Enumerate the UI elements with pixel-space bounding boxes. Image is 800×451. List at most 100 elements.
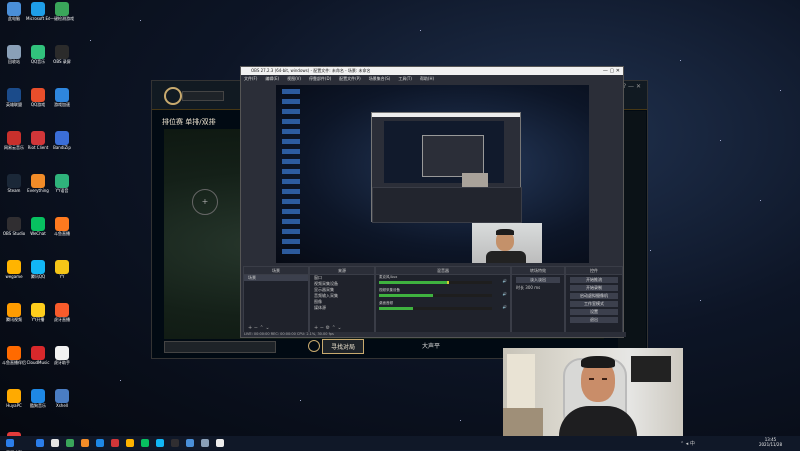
audio-mixer-dock[interactable]: 混音器 麦克风/Aux 🔊 视频采集设备 🔊 桌面音频 🔊 (375, 266, 511, 334)
taskbar-app-icon[interactable] (141, 439, 149, 447)
desktop-icon[interactable]: Riot Client (26, 131, 50, 150)
obs-menu-item[interactable]: 视图(V) (287, 76, 301, 81)
desktop-icon[interactable]: YY语音 (50, 174, 74, 193)
obs-control-button[interactable]: 开始录制 (570, 285, 618, 291)
desktop-icon-label: 网易云音乐 (4, 145, 24, 150)
obs-control-button[interactable]: 开始推流 (570, 277, 618, 283)
obs-menu-item[interactable]: 帮助(H) (420, 76, 434, 81)
find-match-button[interactable]: 寻找对局 (322, 339, 365, 354)
taskbar-app-icon[interactable] (171, 439, 179, 447)
desktop-icon[interactable]: WeChat (26, 217, 50, 236)
desktop-icon[interactable]: 英雄联盟 (2, 88, 26, 107)
taskbar-app-icon[interactable] (51, 439, 59, 447)
obs-menu-item[interactable]: 场景集合(S) (369, 76, 391, 81)
scene-item[interactable]: 场景 (244, 275, 308, 281)
system-tray[interactable]: ⌃ ◂ 中 (680, 440, 695, 447)
sources-toolbar[interactable]: + − ⚙ ⌃ ⌄ (314, 325, 342, 331)
desktop-icon[interactable]: Steam (2, 174, 26, 193)
desktop-icon[interactable]: QQ游戏 (26, 88, 50, 107)
desktop-icon[interactable]: Microsoft Edge (26, 2, 50, 21)
desktop-icon[interactable]: 虎牙助手 (50, 346, 74, 365)
desktop-icon-label: 斗鱼直播 (54, 231, 70, 236)
desktop-icon[interactable]: 腾讯视频 (2, 303, 26, 322)
taskbar-app-icon[interactable] (66, 439, 74, 447)
lol-close-queue-icon[interactable] (308, 340, 320, 352)
nested-obs-preview (371, 112, 522, 223)
desktop-icon[interactable]: BandiZip (50, 131, 74, 150)
desktop-icon[interactable]: YY (50, 260, 74, 279)
transition-select[interactable]: 淡入淡出 (516, 277, 560, 283)
start-button-icon[interactable] (6, 439, 14, 447)
obs-menu-item[interactable]: 文件(F) (244, 76, 257, 81)
taskbar-app-icon[interactable] (126, 439, 134, 447)
desktop-icon[interactable]: 斗鱼直播 (50, 217, 74, 236)
scenes-toolbar[interactable]: + − ⌃ ⌄ (248, 325, 270, 331)
desktop-icon-label: Steam (7, 188, 21, 193)
speaker-icon[interactable]: 🔊 (503, 292, 507, 296)
obs-menu-item[interactable]: 工具(T) (398, 76, 412, 81)
controls-dock-header: 控件 (566, 267, 622, 275)
sources-dock[interactable]: 来源 窗口 视频采集设备 显示器采集 音频输入采集 图像 媒体源 + − ⚙ ⌃ ⌄ (309, 266, 375, 334)
taskbar-app-icon[interactable] (186, 439, 194, 447)
lol-add-invite-icon[interactable]: + (192, 189, 218, 215)
transitions-dock[interactable]: 转场特效 淡入淡出 时长 300 ms (511, 266, 565, 334)
lol-window-controls[interactable]: ? — ✕ (623, 83, 641, 90)
lol-chat-bar[interactable] (164, 341, 276, 353)
taskbar-app-icon[interactable] (156, 439, 164, 447)
desktop-icon-label: 腾讯视频 (6, 317, 22, 322)
speaker-icon[interactable]: 🔊 (503, 305, 507, 309)
obs-menu-item[interactable]: 停靠部件(D) (309, 76, 331, 81)
desktop-icon[interactable]: CloudMusic (26, 346, 50, 365)
transition-duration-value[interactable]: 300 ms (525, 285, 540, 290)
app-icon (31, 303, 45, 317)
mixer-channel[interactable]: 麦克风/Aux 🔊 (376, 275, 510, 288)
desktop-icon[interactable]: OBS 录屏 (50, 45, 74, 64)
desktop-icon[interactable]: 酷狗音乐 (26, 389, 50, 408)
obs-preview[interactable] (276, 85, 589, 263)
desktop-icon[interactable]: 回收站 (2, 45, 26, 64)
transition-duration-row[interactable]: 时长 300 ms (512, 285, 564, 291)
obs-menu-item[interactable]: 配置文件(P) (339, 76, 361, 81)
obs-control-button[interactable]: 工作室模式 (570, 301, 618, 307)
desktop-icon[interactable]: QQ音乐 (26, 45, 50, 64)
desktop-icon[interactable]: 网易云音乐 (2, 131, 26, 150)
obs-menu-item[interactable]: 编辑(E) (265, 76, 279, 81)
desktop-icon[interactable]: 虎牙直播 (50, 303, 74, 322)
app-icon (7, 174, 21, 188)
desktop-icon[interactable]: 游戏加速 (50, 88, 74, 107)
desktop-icon[interactable]: OBS Studio (2, 217, 26, 236)
desktop-icon[interactable]: wegame (2, 260, 26, 279)
desktop-icon[interactable]: 斗鱼直播伴侣 (2, 346, 26, 365)
controls-dock[interactable]: 控件 开始推流开始录制启动虚拟摄像机 工作室模式设置退出 (565, 266, 623, 334)
taskbar-app-icon[interactable] (36, 439, 44, 447)
desktop-icon[interactable]: 此电脑 (2, 2, 26, 21)
scenes-dock[interactable]: 场景 场景 + − ⌃ ⌄ (243, 266, 309, 334)
taskbar-app-icon[interactable] (201, 439, 209, 447)
desktop-icon[interactable]: YY开播 (26, 303, 50, 322)
lol-play-button[interactable] (182, 91, 224, 101)
mixer-channel[interactable]: 视频采集设备 🔊 (376, 288, 510, 301)
desktop-icon[interactable]: Xshell (50, 389, 74, 408)
desktop-icon[interactable]: 一键检测游戏 (50, 2, 74, 21)
app-icon (7, 45, 21, 59)
taskbar-app-icon[interactable] (216, 439, 224, 447)
taskbar-app-icon[interactable] (111, 439, 119, 447)
desktop-icon-label: 此电脑 (8, 16, 20, 21)
desktop-icon[interactable]: HuyaPC (2, 389, 26, 408)
obs-window-controls[interactable]: — ▢ ✕ (603, 67, 620, 75)
obs-control-button[interactable]: 退出 (570, 317, 618, 323)
taskbar-app-icon[interactable] (96, 439, 104, 447)
source-item[interactable]: 媒体源 (310, 305, 374, 311)
obs-control-button[interactable]: 设置 (570, 309, 618, 315)
obs-window[interactable]: OBS 27.2.3 (64-bit, windows) - 配置文件: 未命名… (240, 66, 626, 338)
speaker-icon[interactable]: 🔊 (503, 279, 507, 283)
mixer-channel[interactable]: 桌面音频 🔊 (376, 301, 510, 314)
desktop-icon-label: Microsoft Edge (26, 16, 50, 21)
desktop-icon[interactable]: Everything (26, 174, 50, 193)
desktop-icon[interactable]: 腾讯QQ (26, 260, 50, 279)
taskbar-clock[interactable]: 13:45 2021/11/28 (759, 437, 782, 447)
obs-control-button[interactable]: 启动虚拟摄像机 (570, 293, 618, 299)
obs-menu-bar[interactable]: 文件(F) 编辑(E) 视图(V) 停靠部件(D) 配置文件(P) 场景集合(S) 工具(T… (241, 75, 623, 82)
taskbar-app-icon[interactable] (81, 439, 89, 447)
app-icon (55, 174, 69, 188)
